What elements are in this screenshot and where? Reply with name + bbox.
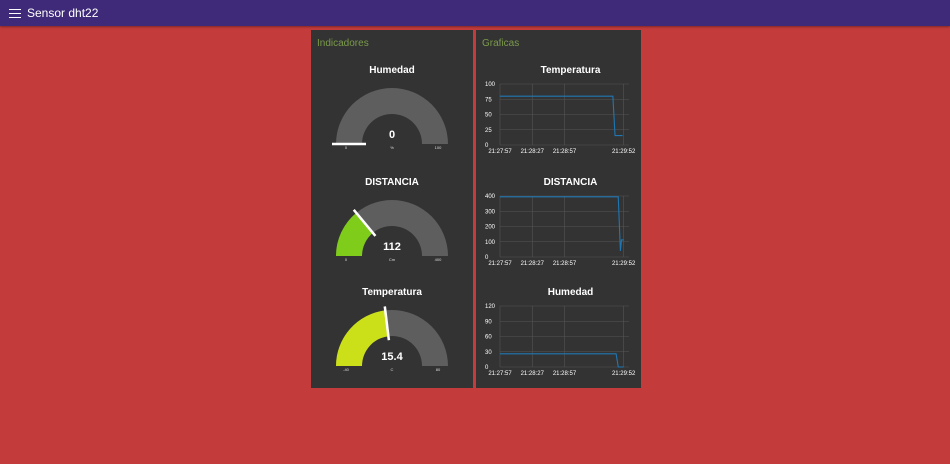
- graphs-header: Graficas: [482, 38, 520, 49]
- gauge-title: DISTANCIA: [365, 177, 419, 188]
- chart-x-tick: 21:27:57: [488, 371, 512, 377]
- chart-y-tick: 100: [485, 82, 496, 88]
- graphs-panel: Graficas Temperatura 0 25 50 75 100 21:27:57 21…: [476, 30, 641, 388]
- chart-y-tick: 120: [485, 304, 496, 310]
- chart-x-tick: 21:28:27: [521, 261, 545, 267]
- app-title: Sensor dht22: [27, 6, 99, 20]
- gauge-min-label: 0: [345, 257, 348, 262]
- chart-x-tick: 21:28:27: [521, 149, 545, 155]
- chart-x-tick: 21:29:52: [612, 149, 636, 155]
- chart-y-tick: 300: [485, 209, 496, 215]
- gauge-title: Humedad: [369, 65, 415, 76]
- gauge-unit: C: [391, 367, 394, 372]
- chart-x-tick: 21:28:57: [553, 149, 577, 155]
- chart-x-tick: 21:28:27: [521, 371, 545, 377]
- gauge-max-label: 400: [435, 257, 442, 262]
- chart-y-tick: 200: [485, 225, 496, 231]
- chart-x-tick: 21:28:57: [553, 261, 577, 267]
- chart-y-tick: 60: [485, 335, 492, 341]
- gauge-max-label: 80: [436, 367, 441, 372]
- chart-series-line: [500, 196, 624, 251]
- chart-title: Temperatura: [541, 65, 601, 76]
- chart-title: Humedad: [548, 287, 594, 298]
- chart-x-tick: 21:27:57: [488, 149, 512, 155]
- chart-y-tick: 100: [485, 240, 496, 246]
- gauge-value: 15.4: [381, 351, 403, 363]
- gauge-unit: %: [390, 145, 394, 150]
- chart-y-tick: 30: [485, 350, 492, 356]
- chart-series-line: [500, 353, 624, 368]
- gauge-value: 0: [389, 129, 395, 141]
- chart-y-tick: 400: [485, 194, 496, 200]
- gauge-title: Temperatura: [362, 287, 422, 298]
- chart-x-tick: 21:29:52: [612, 261, 636, 267]
- gauge-value: 112: [383, 241, 401, 253]
- gauge-min-label: 0: [345, 145, 348, 150]
- chart-y-tick: 25: [485, 128, 492, 134]
- chart-x-tick: 21:27:57: [488, 261, 512, 267]
- gauges-canvas: Humedad 0% 0 100 DISTANCIA 112 Cm 0 400 Temperatu…: [332, 65, 448, 372]
- gauge-unit: Cm: [389, 257, 396, 262]
- chart-x-tick: 21:29:52: [612, 371, 636, 377]
- top-bar: Sensor dht22: [0, 0, 950, 26]
- chart-y-tick: 50: [485, 113, 492, 119]
- chart-x-tick: 21:28:57: [553, 371, 577, 377]
- charts-canvas: Temperatura025507510021:27:57 21:28:27 21:…: [485, 65, 636, 377]
- chart-y-tick: 90: [485, 319, 492, 325]
- indicators-header: Indicadores: [317, 38, 369, 49]
- chart-y-tick: 75: [485, 97, 492, 103]
- menu-icon[interactable]: [9, 8, 21, 19]
- gauge-max-label: 100: [435, 145, 442, 150]
- indicators-panel: Indicadores Humedad 0% 0 100 DISTANCIA 112 Cm 0…: [311, 30, 473, 388]
- chart-title: DISTANCIA: [544, 177, 598, 188]
- gauge-min-label: -40: [343, 367, 350, 372]
